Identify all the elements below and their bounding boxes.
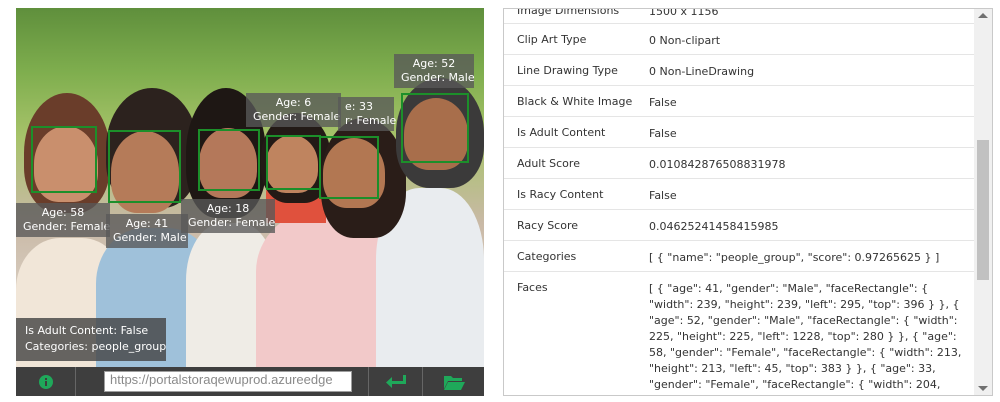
result-value: False [649,127,677,140]
result-value: 0.04625241458415985 [649,220,779,233]
result-key: Categories [517,250,577,263]
face-rectangle [401,93,469,163]
face-gender: Gender: Female [23,220,111,233]
face-rectangle [198,129,260,191]
scroll-up-arrow-icon[interactable] [978,13,988,18]
face-rectangle [266,135,321,190]
face-age: Age: 6 [275,96,312,109]
browse-file-button[interactable] [422,367,484,396]
scroll-thumb[interactable] [977,140,989,280]
face-gender: r: Female [345,114,397,127]
face-age: e: 33 [345,100,373,113]
face-label: Age: 41 Gender: Male [106,214,188,248]
result-value: False [649,96,677,109]
face-age: Age: 18 [206,202,250,215]
return-arrow-icon [385,374,406,388]
face-rectangle [108,130,181,203]
result-row: Racy Score 0.04625241458415985 [504,210,975,241]
face-gender: Gender: Male [113,231,187,244]
result-value: 0 Non-LineDrawing [649,65,755,78]
result-key: Is Adult Content [517,126,606,139]
results-scrollbar[interactable] [974,9,992,395]
analyzed-family-photo: Age: 58 Gender: Female Age: 41 Gender: M… [16,8,484,367]
result-value: 0 Non-clipart [649,34,721,47]
image-toolbar: https://portalstoraqewuprod.azureedge [16,367,484,396]
result-key: Line Drawing Type [517,64,618,77]
result-row: Adult Score 0.010842876508831978 [504,148,975,179]
result-value: False [649,189,677,202]
scroll-down-arrow-icon[interactable] [978,386,988,391]
face-age: Age: 41 [125,217,169,230]
image-url-input[interactable]: https://portalstoraqewuprod.azureedge [104,371,352,392]
result-key: Image Dimensions [517,8,620,17]
face-age: Age: 58 [41,206,85,219]
face-gender: Gender: Male [401,71,475,84]
result-row: Line Drawing Type 0 Non-LineDrawing [504,55,975,86]
photo-panel: Age: 58 Gender: Female Age: 41 Gender: M… [16,8,484,396]
face-rectangle [319,136,379,199]
result-value: [ { "age": 41, "gender": "Male", "faceRe… [649,282,962,395]
result-row-image-dimensions: Image Dimensions 1500 x 1156 [504,8,975,24]
image-analysis-summary: Is Adult Content: False Categories: peop… [16,318,166,361]
result-row: Categories [ { "name": "people_group", "… [504,241,975,272]
face-age: Age: 52 [412,57,456,70]
analysis-results-panel[interactable]: Image Dimensions 1500 x 1156 Clip Art Ty… [503,8,993,396]
result-key: Is Racy Content [517,188,604,201]
face-label: e: 33 r: Female [338,97,397,131]
result-key: Adult Score [517,157,580,170]
submit-url-button[interactable] [368,367,422,396]
results-table: Image Dimensions 1500 x 1156 Clip Art Ty… [504,8,975,395]
result-row: Is Adult Content False [504,117,975,148]
result-row: Clip Art Type 0 Non-clipart [504,24,975,55]
face-label: Age: 58 Gender: Female [16,203,110,237]
face-label: Age: 6 Gender: Female [246,93,341,127]
result-key: Racy Score [517,219,579,232]
folder-open-icon [443,375,465,390]
result-key: Black & White Image [517,95,633,108]
face-gender: Gender: Female [253,110,341,123]
info-button[interactable] [16,367,76,396]
result-row: Is Racy Content False [504,179,975,210]
result-value: [ { "name": "people_group", "score": 0.9… [649,251,940,264]
result-row: Faces [ { "age": 41, "gender": "Male", "… [504,272,975,395]
result-value: 0.010842876508831978 [649,158,786,171]
info-icon [38,374,53,389]
adult-content-summary: Is Adult Content: False [25,324,149,337]
face-rectangle [31,126,97,193]
result-key: Clip Art Type [517,33,587,46]
result-key: Faces [517,281,548,294]
result-row: Black & White Image False [504,86,975,117]
categories-summary: Categories: people_group [25,340,167,353]
face-label: Age: 52 Gender: Male [394,54,475,88]
face-gender: Gender: Female [188,216,276,229]
face-label: Age: 18 Gender: Female [181,199,275,233]
